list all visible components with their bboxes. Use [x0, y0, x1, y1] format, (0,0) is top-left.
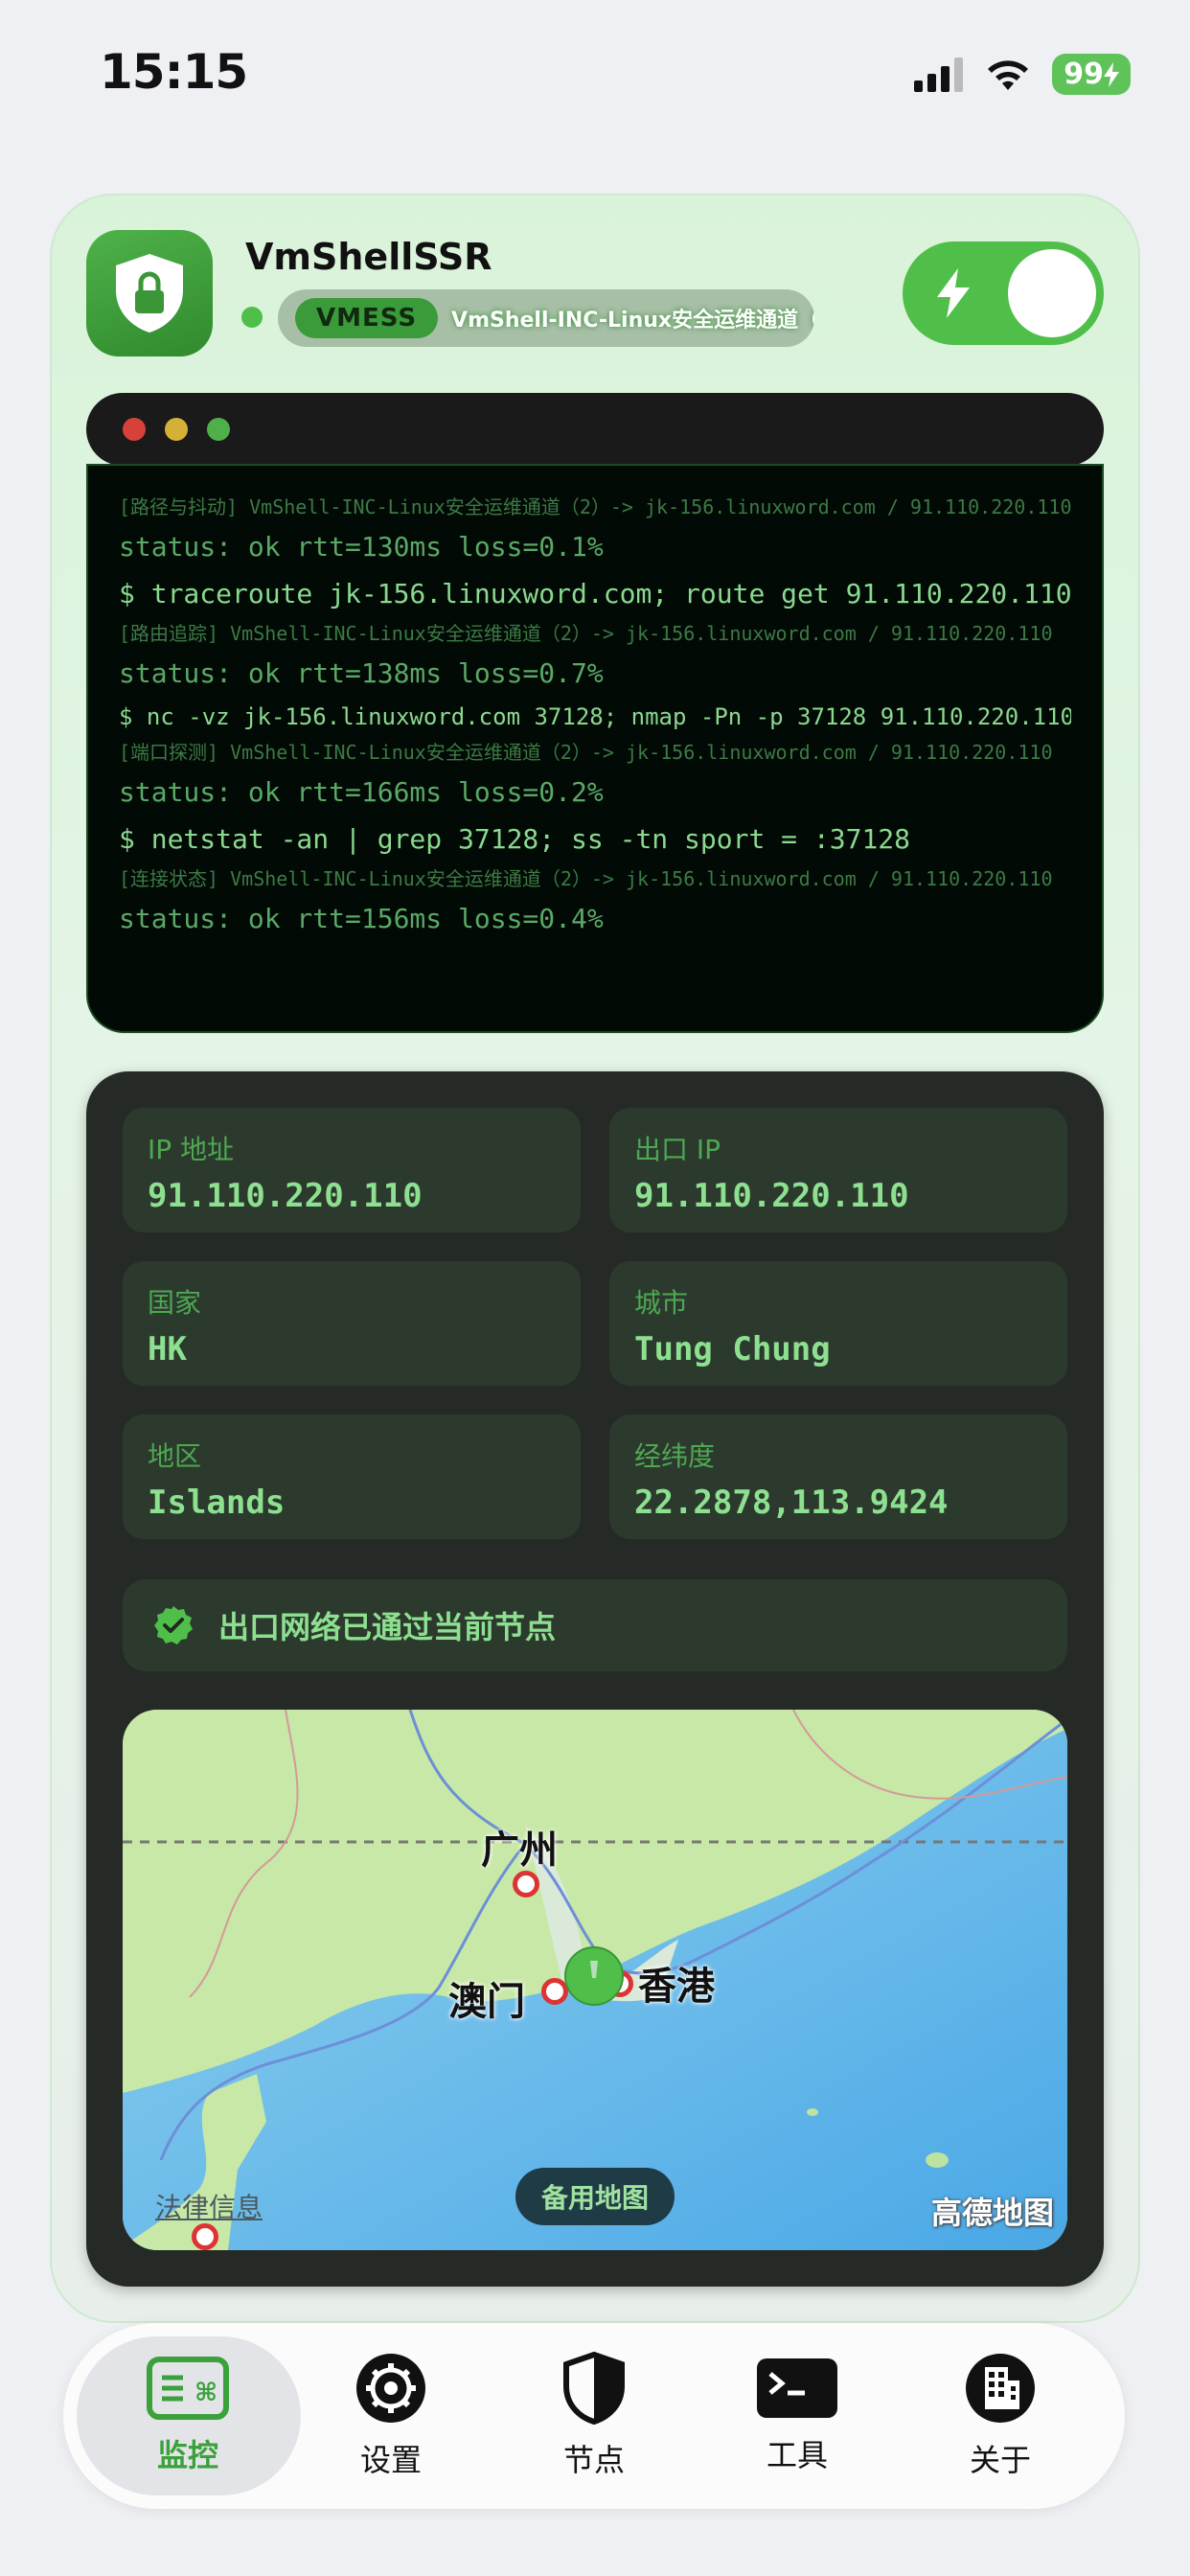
- terminal-line-meta: [连接状态] VmShell-INC-Linux安全运维通道（2）-> jk-1…: [119, 867, 1053, 890]
- terminal-line-status: status: ok rtt=156ms loss=0.4%: [119, 903, 604, 934]
- ip-address-cell: IP 地址 91.110.220.110: [123, 1108, 581, 1232]
- connect-toggle[interactable]: [903, 242, 1104, 345]
- country-label: 国家: [148, 1287, 202, 1319]
- exit-ip-value: 91.110.220.110: [634, 1177, 909, 1215]
- tab-about-label: 关于: [969, 2442, 1031, 2478]
- connection-status-dot: [241, 307, 263, 328]
- city-label: 城市: [634, 1287, 689, 1319]
- tab-settings[interactable]: 设置: [289, 2323, 492, 2509]
- exit-verified-notice: 出口网络已通过当前节点: [123, 1579, 1067, 1671]
- signal-icon: [914, 57, 964, 92]
- terminal-line-meta: [路径与抖动] VmShell-INC-Linux安全运维通道（2）-> jk-…: [119, 495, 1071, 518]
- protocol-badge: VMESS: [295, 298, 439, 338]
- building-icon: [966, 2354, 1035, 2423]
- tab-tools[interactable]: 工具: [696, 2323, 899, 2509]
- terminal-line-cmd2: $ nc -vz jk-156.linuxword.com 37128; nma…: [119, 703, 1071, 730]
- app-title: VmShellSSR: [245, 236, 492, 278]
- backup-map-button[interactable]: 备用地图: [515, 2168, 675, 2225]
- coordinates-value: 22.2878,113.9424: [634, 1484, 949, 1522]
- tab-settings-label: 设置: [359, 2442, 422, 2478]
- ip-address-value: 91.110.220.110: [148, 1177, 423, 1215]
- shield-icon: [563, 2352, 625, 2425]
- location-map[interactable]: 广州 澳门 香港 法律信息 备用地图 高德地图: [123, 1710, 1067, 2250]
- terminal-icon: [757, 2358, 837, 2418]
- exit-ip-label: 出口 IP: [634, 1134, 721, 1165]
- terminal-line-status: status: ok rtt=138ms loss=0.7%: [119, 657, 604, 689]
- monitor-icon: ⌘: [147, 2357, 229, 2420]
- node-selector[interactable]: VMESS VmShell-INC-Linux安全运维通道（2）: [278, 289, 814, 347]
- tab-monitor[interactable]: ⌘ 监控: [86, 2323, 289, 2509]
- status-bar-time: 15:15: [100, 44, 248, 100]
- maximize-dot-icon: [207, 418, 230, 441]
- country-value: HK: [148, 1330, 187, 1368]
- tab-nodes-label: 节点: [562, 2442, 625, 2478]
- terminal-line-cmd: $ netstat -an | grep 37128; ss -tn sport…: [119, 823, 911, 855]
- coordinates-label: 经纬度: [634, 1440, 716, 1472]
- map-label-guangzhou: 广州: [481, 1828, 558, 1873]
- region-label: 地区: [148, 1440, 202, 1472]
- gear-icon: [356, 2354, 425, 2423]
- battery-level: 99: [1064, 58, 1104, 91]
- node-name: VmShell-INC-Linux安全运维通道（2）: [451, 309, 814, 333]
- terminal-titlebar: [86, 393, 1104, 466]
- toggle-knob: [1008, 249, 1096, 337]
- battery-indicator: 99: [1052, 54, 1131, 95]
- shield-lock-icon: [116, 254, 183, 333]
- city-cell: 城市 Tung Chung: [609, 1261, 1067, 1386]
- map-marker-guangzhou: [513, 1871, 539, 1898]
- terminal-line-status: status: ok rtt=166ms loss=0.2%: [119, 776, 604, 808]
- wifi-icon: [988, 59, 1029, 90]
- current-location-pin-icon[interactable]: [563, 1945, 625, 2007]
- tab-monitor-label: 监控: [156, 2437, 218, 2473]
- lightning-icon: [937, 268, 970, 318]
- terminal-line-cmd: $ traceroute jk-156.linuxword.com; route…: [119, 578, 1071, 610]
- minimize-dot-icon: [165, 418, 188, 441]
- map-provider-logo: 高德地图: [930, 2195, 1054, 2231]
- close-dot-icon: [123, 418, 146, 441]
- ip-address-label: IP 地址: [148, 1134, 235, 1165]
- terminal-output: [路径与抖动] VmShell-INC-Linux安全运维通道（2）-> jk-…: [86, 464, 1104, 1033]
- region-value: Islands: [148, 1484, 286, 1522]
- status-bar-icons: 99: [914, 54, 1131, 95]
- country-cell: 国家 HK: [123, 1261, 581, 1386]
- verified-check-icon: [154, 1606, 193, 1644]
- exit-verified-text: 出口网络已通过当前节点: [218, 1609, 557, 1645]
- tab-bar: ⌘ 监控 设置 节点 工具 关于: [63, 2323, 1125, 2509]
- tab-about[interactable]: 关于: [899, 2323, 1102, 2509]
- city-value: Tung Chung: [634, 1330, 831, 1368]
- exit-ip-cell: 出口 IP 91.110.220.110: [609, 1108, 1067, 1232]
- map-legal-link[interactable]: 法律信息: [155, 2187, 263, 2225]
- app-icon: [86, 230, 213, 356]
- terminal-line-meta: [端口探测] VmShell-INC-Linux安全运维通道（2）-> jk-1…: [119, 741, 1053, 764]
- coordinates-cell: 经纬度 22.2878,113.9424: [609, 1414, 1067, 1539]
- charging-bolt-icon: [1104, 61, 1119, 87]
- map-label-hongkong: 香港: [638, 1965, 715, 2009]
- tab-tools-label: 工具: [766, 2437, 828, 2473]
- terminal-line-status: status: ok rtt=130ms loss=0.1%: [119, 531, 604, 563]
- map-label-macau: 澳门: [448, 1980, 525, 2024]
- tab-nodes[interactable]: 节点: [492, 2323, 696, 2509]
- svg-text:⌘: ⌘: [195, 2379, 217, 2407]
- region-cell: 地区 Islands: [123, 1414, 581, 1539]
- map-marker-south: [192, 2223, 218, 2250]
- terminal-line-meta: [路由追踪] VmShell-INC-Linux安全运维通道（2）-> jk-1…: [119, 622, 1053, 645]
